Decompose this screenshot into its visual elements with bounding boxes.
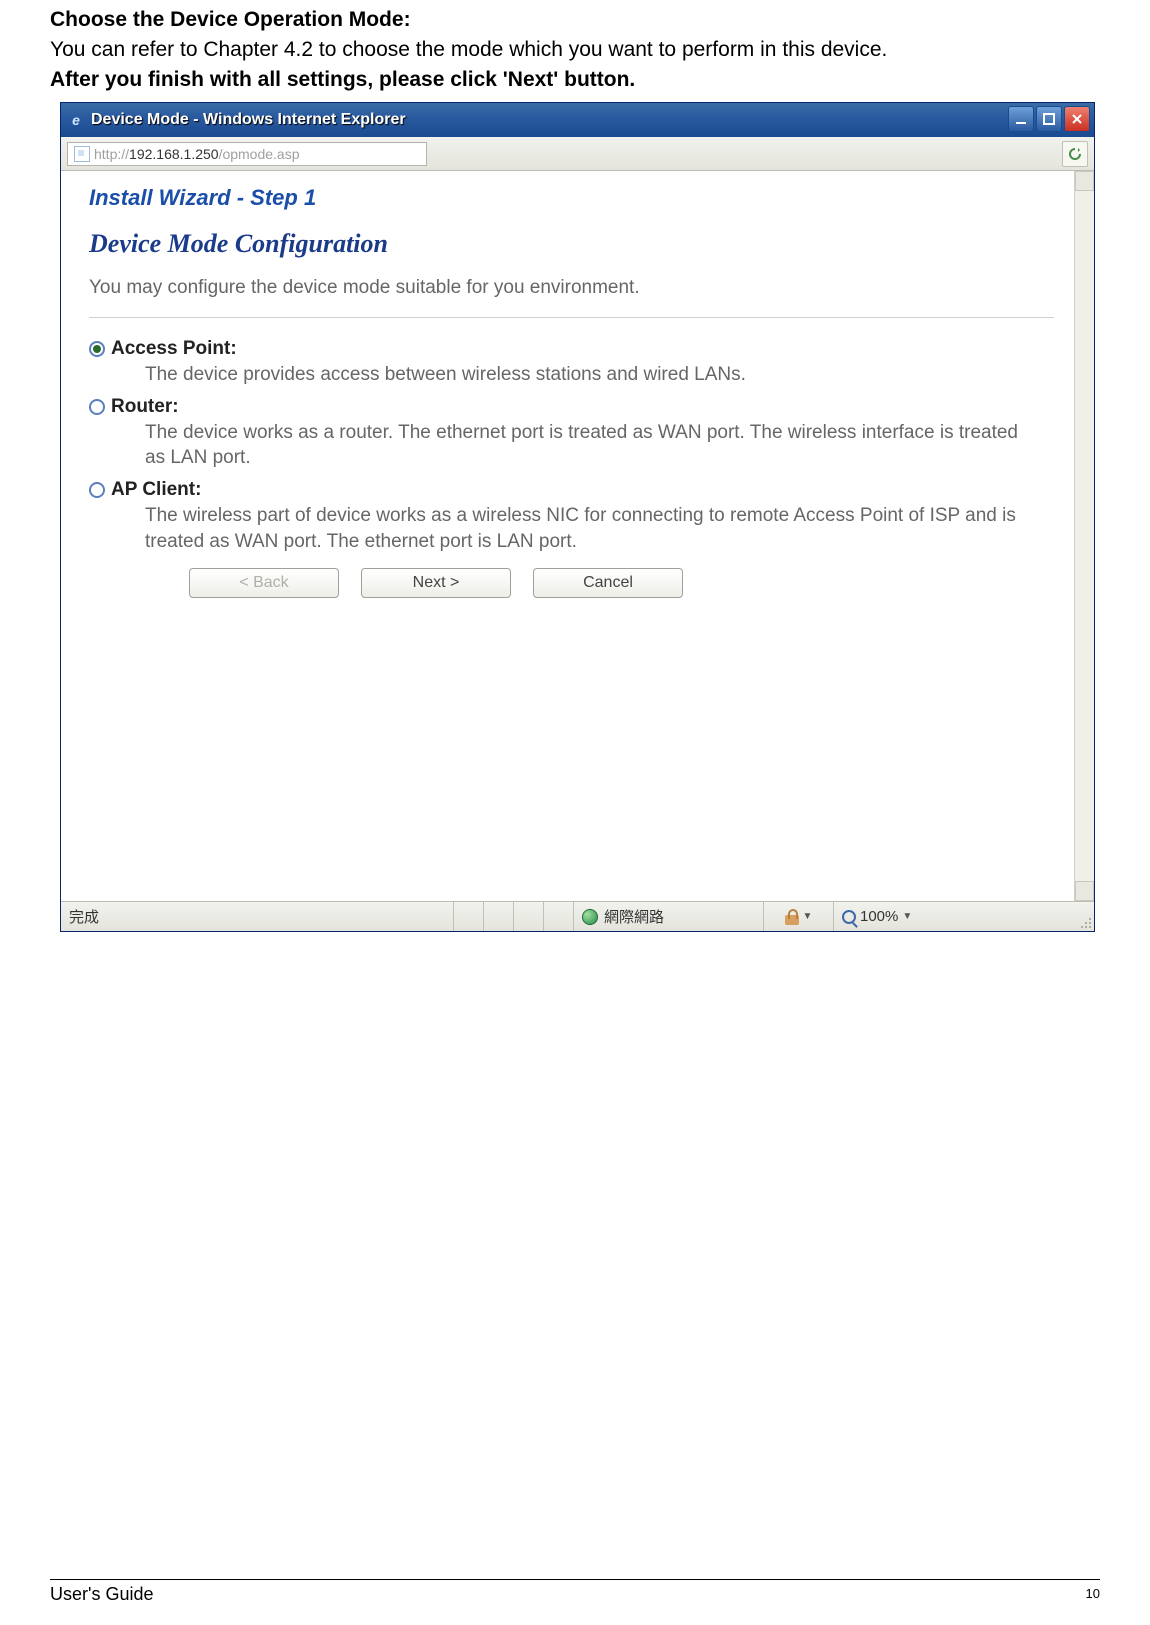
window-controls: [1008, 106, 1090, 132]
config-title: Device Mode Configuration: [89, 229, 1054, 259]
resize-grip[interactable]: [1076, 902, 1094, 931]
address-toolbar: http://192.168.1.250/opmode.asp: [61, 137, 1094, 171]
close-icon: [1070, 112, 1084, 126]
status-done: 完成: [61, 906, 453, 927]
wizard-buttons: < Back Next > Cancel: [189, 568, 1054, 598]
page-icon: [74, 146, 90, 162]
browser-viewport: Install Wizard - Step 1 Device Mode Conf…: [61, 171, 1094, 901]
status-sep: [453, 902, 483, 931]
chevron-down-icon: ▼: [902, 911, 912, 922]
radio-ap-client[interactable]: [89, 482, 105, 498]
status-sep: [483, 902, 513, 931]
lock-icon: [785, 909, 799, 925]
status-sep: [543, 902, 573, 931]
url-path: /opmode.asp: [219, 146, 300, 162]
next-button[interactable]: Next >: [361, 568, 511, 598]
scroll-down-arrow[interactable]: [1075, 881, 1094, 901]
doc-text-1: You can refer to Chapter 4.2 to choose t…: [50, 38, 1100, 62]
option-label: AP Client:: [111, 479, 201, 501]
magnifier-icon: [842, 910, 856, 924]
url-host: 192.168.1.250: [129, 146, 219, 162]
globe-icon: [582, 909, 598, 925]
doc-heading-1: Choose the Device Operation Mode:: [50, 8, 1100, 32]
status-bar: 完成 網際網路 ▼ 100% ▼: [61, 901, 1094, 931]
maximize-button[interactable]: [1036, 106, 1062, 132]
radio-router[interactable]: [89, 399, 105, 415]
maximize-icon: [1042, 112, 1056, 126]
option-access-point[interactable]: Access Point:: [89, 338, 1054, 360]
footer-guide: User's Guide: [50, 1584, 153, 1605]
config-description: You may configure the device mode suitab…: [89, 277, 1054, 299]
url-prefix: http://: [94, 146, 129, 162]
radio-access-point[interactable]: [89, 341, 105, 357]
refresh-icon: [1067, 146, 1083, 162]
wizard-step-title: Install Wizard - Step 1: [89, 185, 1054, 211]
browser-window: e Device Mode - Windows Internet Explore…: [60, 102, 1095, 932]
zone-label: 網際網路: [604, 906, 664, 927]
chevron-down-icon: ▼: [803, 911, 813, 922]
close-button[interactable]: [1064, 106, 1090, 132]
zoom-control[interactable]: 100% ▼: [833, 902, 1076, 931]
option-label: Router:: [111, 396, 179, 418]
scroll-track[interactable]: [1075, 191, 1094, 881]
minimize-icon: [1014, 112, 1028, 126]
option-ap-client[interactable]: AP Client:: [89, 479, 1054, 501]
status-sep: [513, 902, 543, 931]
option-description: The wireless part of device works as a w…: [145, 503, 1025, 554]
scroll-up-arrow[interactable]: [1075, 171, 1094, 191]
address-bar[interactable]: http://192.168.1.250/opmode.asp: [67, 142, 427, 166]
back-button: < Back: [189, 568, 339, 598]
footer-page-number: 10: [1086, 1584, 1100, 1605]
ie-logo-icon: e: [67, 111, 85, 129]
option-router[interactable]: Router:: [89, 396, 1054, 418]
window-titlebar[interactable]: e Device Mode - Windows Internet Explore…: [61, 103, 1094, 137]
option-description: The device provides access between wirel…: [145, 362, 1025, 388]
window-title: Device Mode - Windows Internet Explorer: [91, 111, 406, 129]
doc-heading-2: After you finish with all settings, plea…: [50, 68, 1100, 92]
minimize-button[interactable]: [1008, 106, 1034, 132]
page-footer: User's Guide 10: [50, 1579, 1100, 1605]
security-zone[interactable]: 網際網路: [573, 902, 763, 931]
grip-icon: [1080, 917, 1092, 929]
cancel-button[interactable]: Cancel: [533, 568, 683, 598]
vertical-scrollbar[interactable]: [1074, 171, 1094, 901]
refresh-button[interactable]: [1062, 141, 1088, 167]
option-label: Access Point:: [111, 338, 237, 360]
separator: [89, 317, 1054, 318]
page-content: Install Wizard - Step 1 Device Mode Conf…: [61, 171, 1074, 901]
zoom-value: 100%: [860, 908, 898, 925]
option-description: The device works as a router. The ethern…: [145, 420, 1025, 471]
address-text: http://192.168.1.250/opmode.asp: [94, 146, 300, 162]
security-indicator[interactable]: ▼: [763, 902, 833, 931]
